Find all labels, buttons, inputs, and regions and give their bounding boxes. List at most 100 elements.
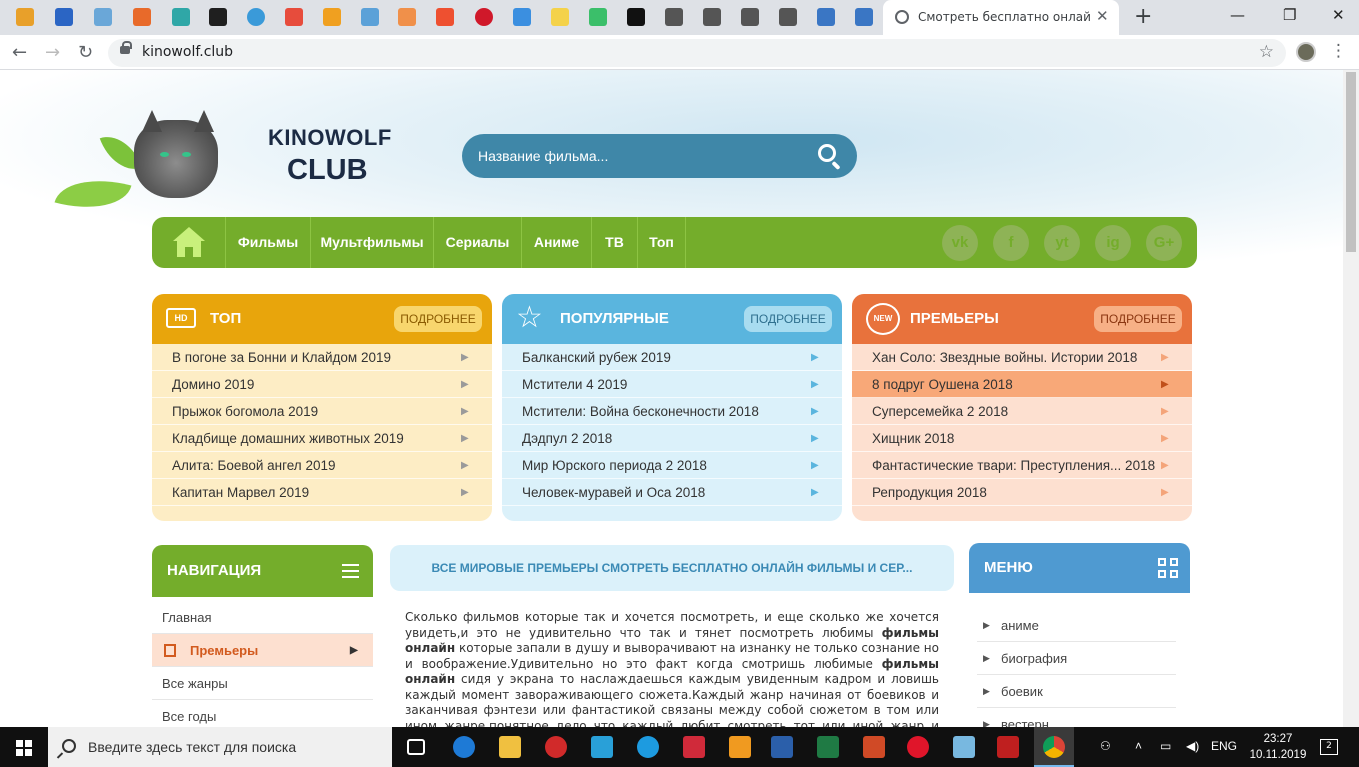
squiggle-icon[interactable]: [436, 8, 454, 26]
list-item[interactable]: Дэдпул 2 2018 ▶: [502, 425, 842, 452]
notifications-icon[interactable]: 2: [1320, 739, 1338, 755]
red-app-icon[interactable]: [683, 736, 705, 758]
spider-icon[interactable]: [545, 736, 567, 758]
list-item[interactable]: Хищник 2018 ▶: [852, 425, 1192, 452]
nav-item-genres[interactable]: Все жанры: [152, 667, 373, 700]
tools-icon[interactable]: [729, 736, 751, 758]
new-tab-icon[interactable]: +: [1134, 4, 1152, 29]
photo-icon[interactable]: [361, 8, 379, 26]
lock-icon[interactable]: [120, 41, 132, 54]
nav-anime[interactable]: Аниме: [522, 217, 592, 268]
home-icon[interactable]: [152, 217, 226, 268]
nav-tv[interactable]: ТВ: [592, 217, 638, 268]
vk-icon[interactable]: vk: [942, 225, 978, 261]
task-view-icon[interactable]: [407, 739, 425, 755]
address-bar[interactable]: kinowolf.club ☆: [108, 39, 1286, 67]
hamburger-icon[interactable]: [342, 564, 359, 578]
list-item[interactable]: Капитан Марвел 2019 ▶: [152, 479, 492, 506]
list-item[interactable]: Мстители 4 2019 ▶: [502, 371, 842, 398]
avatar-icon[interactable]: [741, 8, 759, 26]
clock[interactable]: 23:27 10.11.2019: [1248, 731, 1308, 763]
d-icon[interactable]: [513, 8, 531, 26]
active-tab[interactable]: Смотреть бесплатно онлайн фильмы ✕: [883, 0, 1119, 35]
taskbar-search-placeholder[interactable]: Введите здесь текст для поиска: [88, 739, 296, 755]
people-icon[interactable]: ⚇: [1100, 739, 1111, 753]
instagram-icon[interactable]: ig: [1095, 225, 1131, 261]
list-item[interactable]: Алита: Боевой ангел 2019 ▶: [152, 452, 492, 479]
site-logo-subtitle[interactable]: CLUB: [287, 154, 368, 187]
list-item[interactable]: Мир Юрского периода 2 2018 ▶: [502, 452, 842, 479]
site-logo-title[interactable]: KINOWOLF: [268, 125, 392, 151]
back-icon[interactable]: ←: [12, 42, 27, 63]
search-input[interactable]: [478, 146, 798, 166]
scrollbar-thumb[interactable]: [1346, 72, 1356, 252]
mailbox-icon[interactable]: [94, 8, 112, 26]
t-icon[interactable]: [172, 8, 190, 26]
edge-icon[interactable]: [453, 736, 475, 758]
menu-item-anime[interactable]: ▶ аниме: [977, 609, 1176, 642]
list-item[interactable]: Суперсемейка 2 2018 ▶: [852, 398, 1192, 425]
filezilla-icon[interactable]: [997, 736, 1019, 758]
list-item[interactable]: Хан Соло: Звездные войны. Истории 2018 ▶: [852, 344, 1192, 371]
list-item[interactable]: В погоне за Бонни и Клайдом 2019 ▶: [152, 344, 492, 371]
list-item[interactable]: Репродукция 2018 ▶: [852, 479, 1192, 506]
avatar-icon[interactable]: [703, 8, 721, 26]
tray-arrow-icon[interactable]: ˄: [1135, 739, 1142, 753]
bars-icon[interactable]: [323, 8, 341, 26]
network-icon[interactable]: ▭: [1160, 739, 1171, 753]
m-icon[interactable]: [475, 8, 493, 26]
chart-icon[interactable]: [285, 8, 303, 26]
youtube-icon[interactable]: yt: [1044, 225, 1080, 261]
menu-item-action[interactable]: ▶ боевик: [977, 675, 1176, 708]
avatar-icon[interactable]: [665, 8, 683, 26]
nav-cartoons[interactable]: Мультфильмы: [311, 217, 434, 268]
ap-icon[interactable]: [209, 8, 227, 26]
cloud-icon[interactable]: [398, 8, 416, 26]
profile-avatar[interactable]: [1296, 42, 1316, 62]
minimize-icon[interactable]: —: [1230, 6, 1245, 24]
search-icon[interactable]: [818, 144, 836, 162]
word-icon[interactable]: [771, 736, 793, 758]
facebook-icon[interactable]: f: [993, 225, 1029, 261]
menu-item-biography[interactable]: ▶ биография: [977, 642, 1176, 675]
menu-kebab-icon[interactable]: ⋮: [1330, 41, 1347, 61]
mail-icon[interactable]: [55, 8, 73, 26]
powerpoint-icon[interactable]: [863, 736, 885, 758]
google-plus-icon[interactable]: G+: [1146, 225, 1182, 261]
grid-icon[interactable]: [1158, 558, 1178, 578]
nav-item-home[interactable]: Главная: [152, 601, 373, 634]
avatar-icon[interactable]: [779, 8, 797, 26]
database-icon[interactable]: [817, 8, 835, 26]
url-text[interactable]: kinowolf.club: [142, 44, 233, 60]
list-item[interactable]: Кладбище домашних животных 2019 ▶: [152, 425, 492, 452]
page-scrollbar[interactable]: [1343, 70, 1359, 727]
gmail-icon[interactable]: [16, 8, 34, 26]
bookmark-star-icon[interactable]: ☆: [1259, 42, 1274, 62]
forward-icon[interactable]: →: [45, 42, 60, 63]
note-icon[interactable]: [551, 8, 569, 26]
chrome-taskbar-button[interactable]: [1034, 727, 1074, 767]
list-item[interactable]: Мстители: Война бесконечности 2018 ▶: [502, 398, 842, 425]
opera-icon[interactable]: [907, 736, 929, 758]
nav-top[interactable]: Топ: [638, 217, 686, 268]
reload-icon[interactable]: ↻: [78, 42, 93, 63]
play-icon[interactable]: [589, 8, 607, 26]
premieres-more-button[interactable]: ПОДРОБНЕЕ: [1094, 306, 1182, 332]
volume-icon[interactable]: ◀): [1186, 739, 1199, 753]
taskbar-search[interactable]: Введите здесь текст для поиска: [48, 727, 392, 767]
list-item[interactable]: Домино 2019 ▶: [152, 371, 492, 398]
nav-films[interactable]: Фильмы: [226, 217, 311, 268]
maximize-icon[interactable]: ❐: [1283, 6, 1296, 24]
popular-more-button[interactable]: ПОДРОБНЕЕ: [744, 306, 832, 332]
k-icon[interactable]: [627, 8, 645, 26]
file-explorer-icon[interactable]: [499, 736, 521, 758]
list-item[interactable]: Прыжок богомола 2019 ▶: [152, 398, 492, 425]
target-icon[interactable]: [247, 8, 265, 26]
list-item[interactable]: Балканский рубеж 2019 ▶: [502, 344, 842, 371]
list-item-highlighted[interactable]: 8 подруг Оушена 2018 ▶: [852, 371, 1192, 398]
top-more-button[interactable]: ПОДРОБНЕЕ: [394, 306, 482, 332]
wolf-logo-icon[interactable]: [134, 110, 218, 198]
nav-item-years[interactable]: Все годы: [152, 700, 373, 727]
language-indicator[interactable]: ENG: [1211, 739, 1237, 753]
skype-icon[interactable]: [637, 736, 659, 758]
